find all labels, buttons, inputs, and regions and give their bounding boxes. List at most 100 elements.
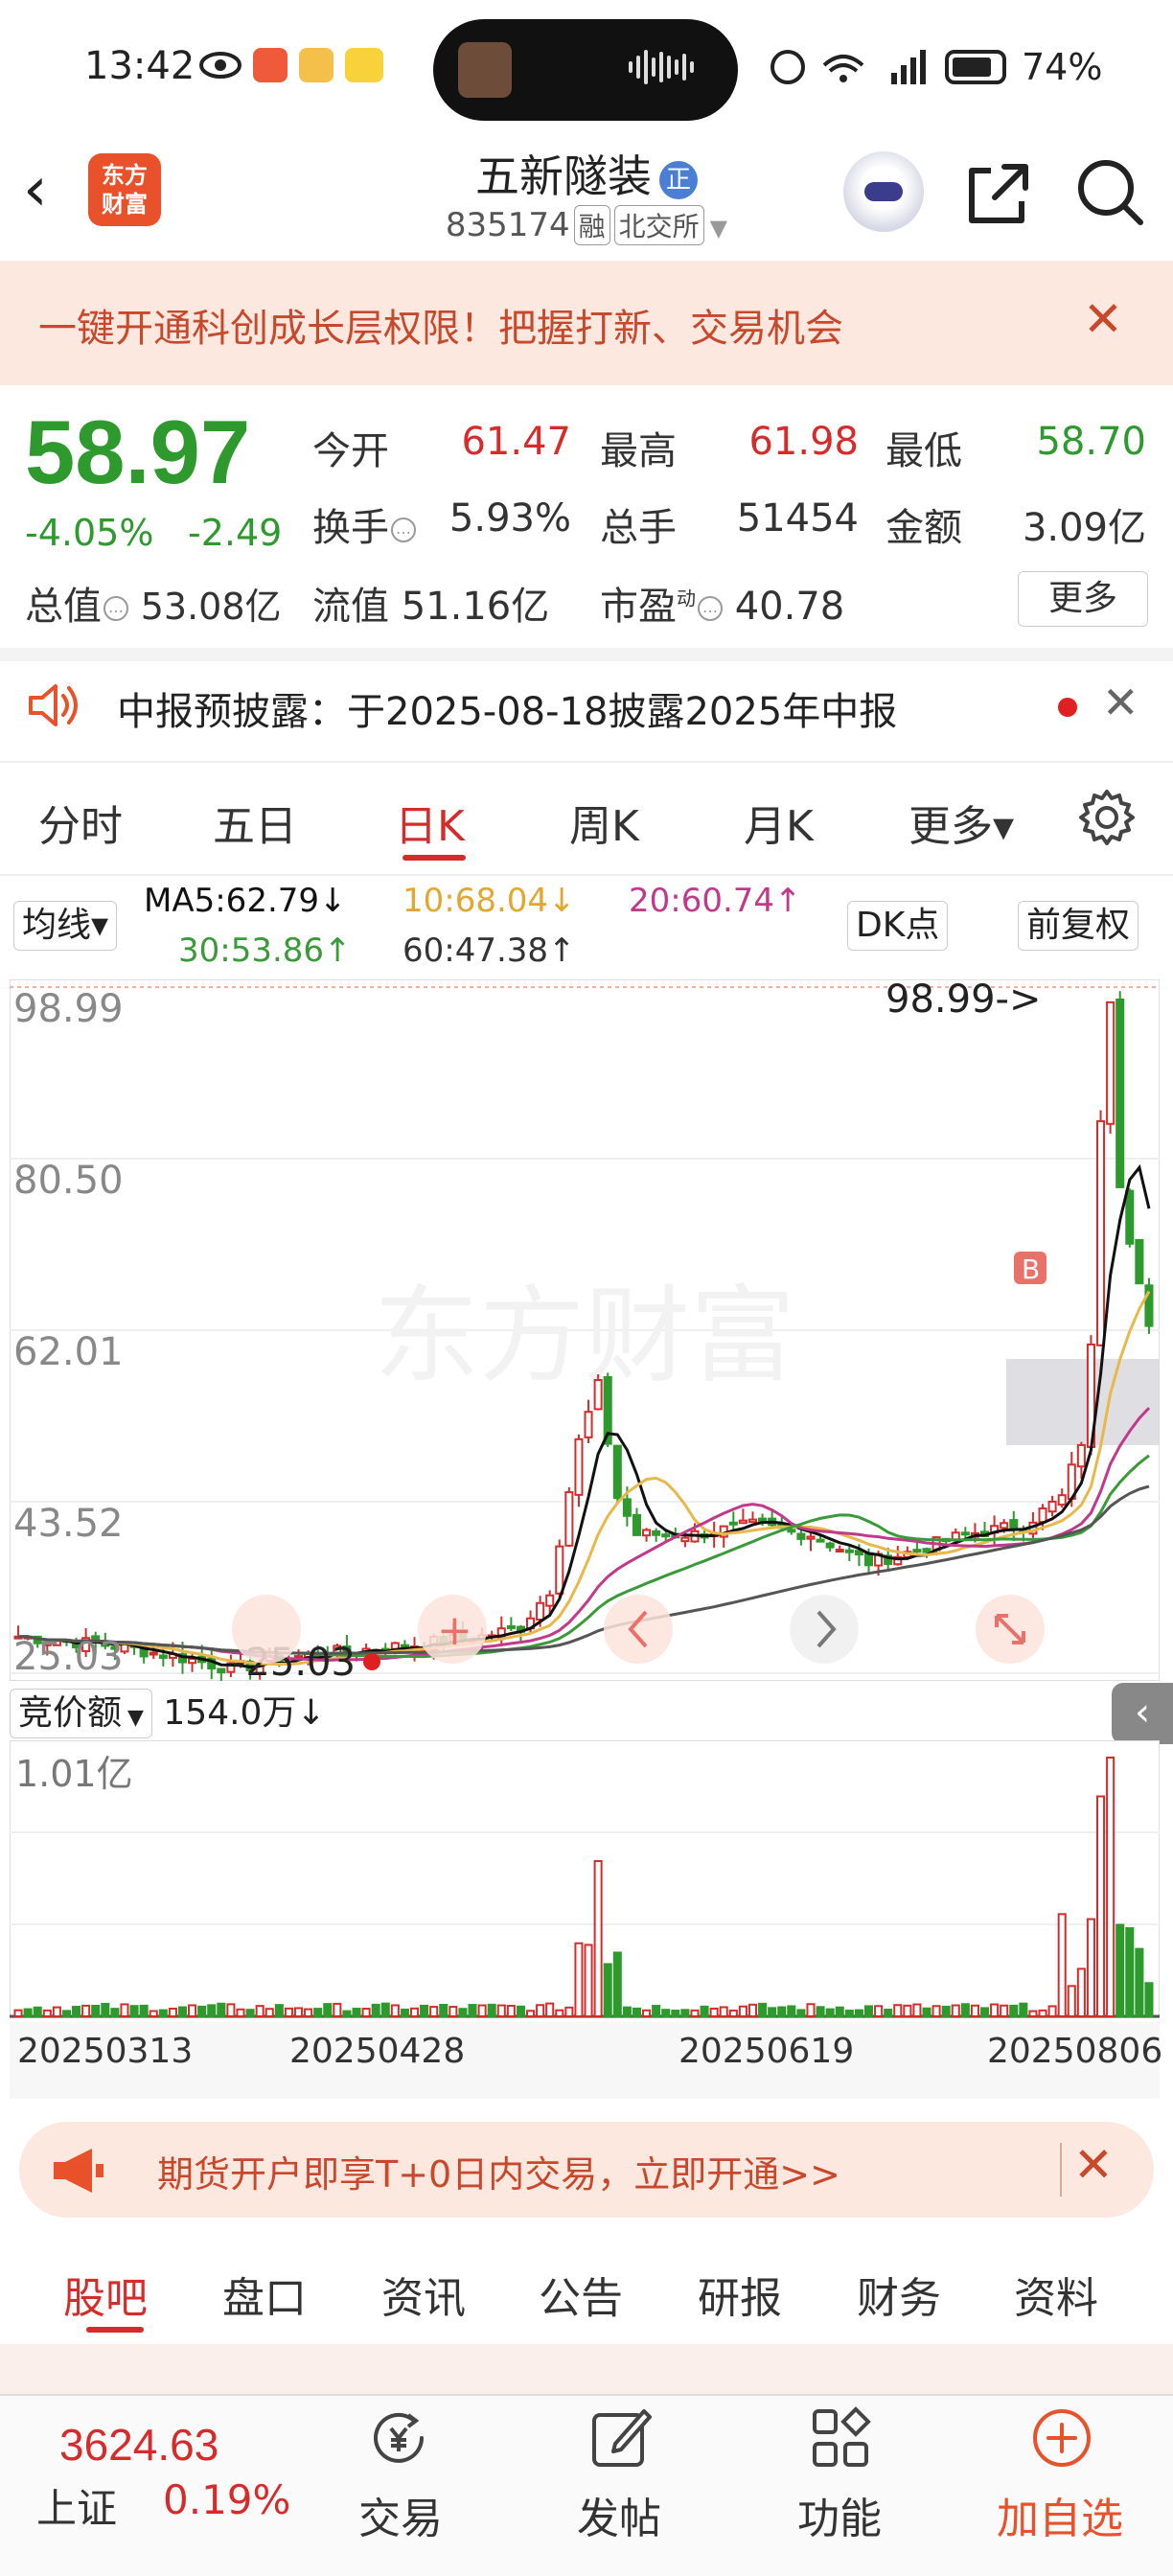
add-circle-icon[interactable] — [1027, 2404, 1096, 2472]
candle-body — [951, 1531, 960, 1541]
candlestick-chart[interactable]: 东方财富 98.9980.5062.0143.5225.03 98.99-> -… — [10, 979, 1160, 1681]
y-tick-label: 98.99 — [13, 987, 124, 1031]
volume-bar — [709, 2007, 719, 2018]
candle-body — [1135, 1238, 1144, 1285]
volume-bar — [979, 2007, 990, 2017]
volume-bar — [1067, 1985, 1076, 2017]
candle-body — [642, 1529, 652, 1537]
dk-point-button[interactable]: DK点 — [847, 901, 949, 951]
futures-banner-text[interactable]: 期货开户即享T+0日内交易，立即开通>> — [157, 2145, 840, 2197]
candle-body — [622, 1498, 632, 1517]
volume-bar — [120, 2003, 129, 2018]
volume-bar — [951, 2004, 960, 2018]
close-icon[interactable]: ✕ — [1102, 677, 1139, 728]
candle-body — [632, 1513, 641, 1536]
more-quote-button[interactable]: 更多 — [1018, 571, 1148, 627]
tab-weekly-k[interactable]: 周K — [569, 792, 639, 853]
index-change[interactable]: 0.19% — [163, 2476, 290, 2523]
volume-bar — [941, 2005, 951, 2017]
info-icon[interactable]: … — [104, 596, 128, 621]
tab-more[interactable]: 更多▾ — [908, 792, 1014, 853]
tab-intraday[interactable]: 分时 — [38, 792, 123, 853]
volume-bar — [922, 2007, 932, 2017]
candle-body — [922, 1548, 932, 1553]
nav-functions[interactable]: 功能 — [797, 2484, 882, 2545]
volume-bar — [207, 2004, 217, 2017]
media-thumbnail — [458, 42, 512, 98]
tab-announcements[interactable]: 公告 — [539, 2264, 623, 2325]
volume-bar — [23, 2008, 33, 2018]
scroll-left-button[interactable] — [604, 1595, 673, 1664]
promo-banner-text[interactable]: 一键开通科创成长层权限！把握打新、交易机会 — [38, 297, 843, 353]
candle-body — [661, 1533, 671, 1538]
volume-bar — [1144, 1982, 1154, 2017]
active-tab-indicator — [86, 2327, 144, 2333]
tab-profile[interactable]: 资料 — [1014, 2264, 1098, 2325]
volume-bar — [236, 2008, 245, 2017]
open-value: 61.47 — [461, 420, 571, 464]
search-icon[interactable] — [1071, 153, 1148, 230]
volume-chart[interactable]: 1.01亿 — [10, 1740, 1160, 2018]
candle-body — [680, 1536, 690, 1543]
volume-bar — [671, 2010, 680, 2017]
ma-selector[interactable]: 均线▾ — [13, 901, 118, 951]
edit-post-icon[interactable] — [586, 2404, 656, 2472]
volume-bar — [526, 2010, 536, 2017]
index-value[interactable]: 3624.63 — [59, 2419, 218, 2471]
volume-bar — [468, 2004, 477, 2018]
info-icon[interactable]: … — [698, 596, 723, 621]
zoom-out-button[interactable] — [232, 1595, 301, 1664]
low-label: 最低 — [886, 429, 962, 473]
volume-bar — [1135, 1947, 1144, 2017]
volume-bar — [333, 2002, 342, 2018]
unread-dot — [1058, 698, 1077, 717]
volume-indicator-selector[interactable]: 竞价额 ▼ — [10, 1689, 152, 1738]
status-app-icons — [199, 48, 383, 82]
nav-trade[interactable]: 交易 — [358, 2484, 443, 2545]
gear-icon[interactable] — [1077, 788, 1137, 847]
collapse-handle-icon[interactable]: ‹ — [1112, 1683, 1173, 1744]
nav-add-watchlist[interactable]: 加自选 — [997, 2484, 1123, 2545]
tab-orderbook[interactable]: 盘口 — [222, 2264, 307, 2325]
volume-bar — [893, 2004, 903, 2017]
nav-post[interactable]: 发帖 — [577, 2484, 661, 2545]
index-name[interactable]: 上证 — [36, 2476, 117, 2535]
tab-five-day[interactable]: 五日 — [213, 792, 297, 853]
volume-bar — [477, 2004, 487, 2018]
notice-text[interactable]: 中报预披露：于2025-08-18披露2025年中报 — [117, 680, 897, 736]
volume-bar — [516, 2005, 525, 2018]
buy-marker-label: B — [1022, 1254, 1040, 1285]
candle-body — [506, 1624, 516, 1629]
adjust-button[interactable]: 前复权 — [1018, 901, 1139, 951]
change-percent: -4.05% — [25, 512, 154, 554]
close-icon[interactable]: ✕ — [1083, 291, 1123, 347]
fullscreen-button[interactable] — [976, 1595, 1045, 1664]
info-icon[interactable]: … — [391, 518, 416, 542]
candle-body — [1047, 1500, 1057, 1513]
tab-research[interactable]: 研报 — [698, 2264, 782, 2325]
candle-body — [825, 1542, 835, 1549]
share-icon[interactable] — [962, 157, 1035, 230]
tab-daily-k[interactable]: 日K — [395, 792, 465, 853]
volume-bar — [884, 2009, 893, 2017]
volume-bar — [584, 1944, 593, 2017]
volume-indicator-value: 154.0万↓ — [163, 1693, 326, 1733]
tab-monthly-k[interactable]: 月K — [744, 792, 814, 853]
close-icon[interactable]: ✕ — [1073, 2137, 1114, 2193]
candle-body — [816, 1538, 825, 1543]
tab-forum[interactable]: 股吧 — [63, 2264, 148, 2325]
candle-body — [1116, 998, 1125, 1188]
volume-bar — [1076, 1967, 1086, 2018]
candle-body — [652, 1530, 661, 1536]
functions-grid-icon[interactable] — [807, 2404, 876, 2472]
zoom-in-button[interactable]: + — [418, 1595, 487, 1664]
volume-bar — [777, 2006, 787, 2017]
tab-news[interactable]: 资讯 — [381, 2264, 466, 2325]
candle-body — [728, 1521, 738, 1526]
scroll-right-button[interactable] — [790, 1595, 859, 1664]
candle-body — [593, 1379, 603, 1411]
candle-body — [1096, 1119, 1106, 1346]
date-label: 20250806 — [987, 2032, 1163, 2071]
tab-financials[interactable]: 财务 — [857, 2264, 941, 2325]
trade-icon[interactable] — [364, 2404, 433, 2472]
